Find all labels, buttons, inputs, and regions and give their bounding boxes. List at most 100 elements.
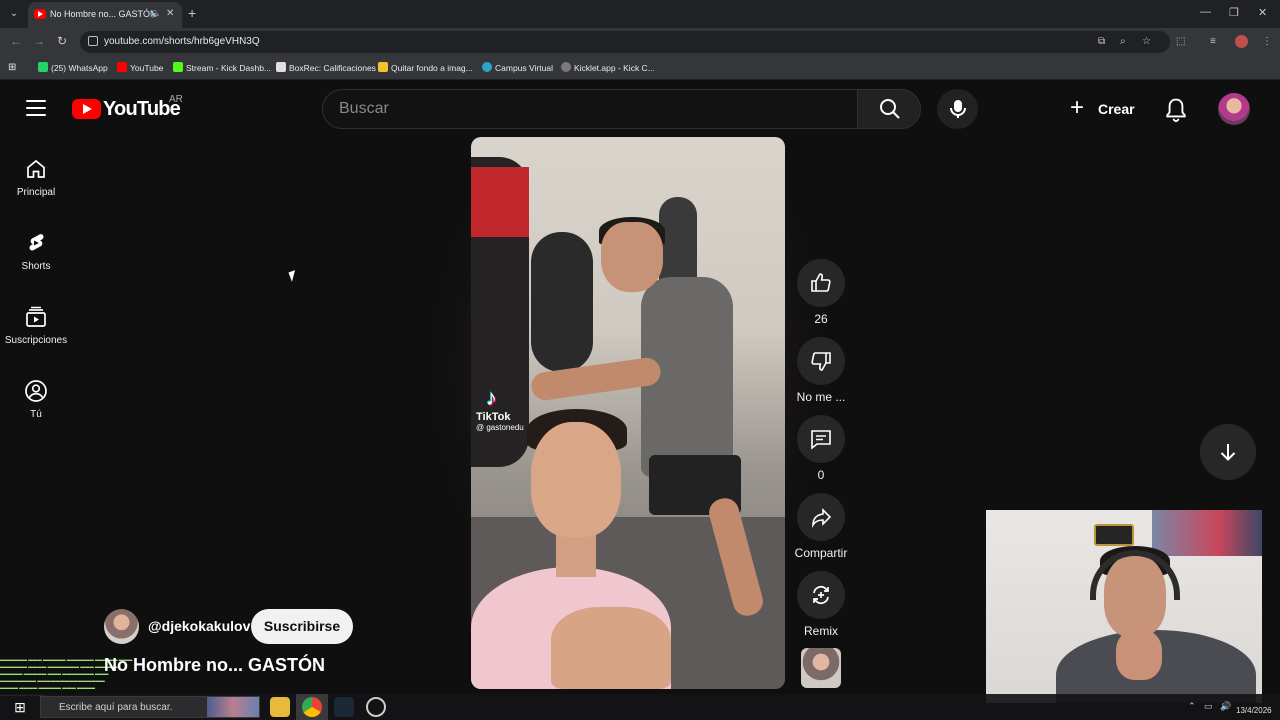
remix-icon — [813, 586, 829, 604]
speaker-icon[interactable]: 🔈 — [150, 8, 161, 19]
back-icon[interactable]: ← — [10, 34, 22, 48]
search-icon — [880, 99, 900, 119]
tab-search-icon[interactable]: ⌄ — [6, 6, 22, 22]
channel-name[interactable]: @djekokakulov — [148, 618, 250, 634]
sidebar-label: Principal — [16, 187, 56, 198]
forward-icon[interactable]: → — [33, 34, 45, 48]
kick-icon — [173, 62, 183, 72]
steam-icon[interactable] — [334, 697, 354, 717]
apps-grid-icon[interactable]: ⊞ — [8, 62, 16, 74]
create-label: Crear — [1098, 101, 1135, 117]
volume-icon[interactable]: 🔊 — [1220, 701, 1231, 712]
thumbs-down-icon — [811, 352, 831, 371]
address-toolbar: ← → ↻ youtube.com/shorts/hrb6geVHN3Q ⧉ ⌕… — [0, 28, 1280, 56]
youtube-favicon-icon — [34, 9, 46, 19]
browser-menu-icon[interactable]: ⋮ — [1262, 36, 1272, 47]
hamburger-menu-icon[interactable] — [26, 100, 46, 116]
video-boxer-head — [601, 222, 663, 292]
restore-icon[interactable]: ❐ — [1229, 6, 1239, 19]
youtube-icon — [117, 62, 127, 72]
bookmark-star-icon[interactable]: ☆ — [1142, 36, 1151, 47]
next-short-button[interactable] — [1200, 424, 1256, 480]
install-app-icon[interactable]: ⧉ — [1098, 36, 1105, 47]
tray-chevron-icon[interactable]: ⌃ — [1188, 701, 1196, 712]
start-icon[interactable]: ⊞ — [10, 697, 30, 717]
mouse-cursor — [288, 270, 299, 282]
account-avatar[interactable] — [1218, 93, 1250, 125]
sidebar-label: Suscripciones — [4, 335, 68, 346]
bookmark-campus-virtual[interactable]: Campus Virtual — [482, 62, 553, 74]
plus-icon: + — [1070, 94, 1085, 121]
file-explorer-icon[interactable] — [270, 697, 290, 717]
bookmark-kick-dashboard[interactable]: Stream - Kick Dashb... — [173, 62, 271, 74]
sidebar-item-shorts[interactable]: Shorts — [0, 231, 72, 301]
dislike-button[interactable] — [797, 337, 845, 385]
search-input[interactable] — [339, 98, 839, 120]
taskbar-date[interactable]: 13/4/2026 — [1236, 706, 1272, 716]
webcam-poster — [1152, 510, 1262, 556]
country-code: AR — [169, 94, 183, 105]
short-title: No Hombre no... GASTÓN — [104, 655, 326, 675]
shorts-icon — [29, 234, 44, 251]
sidebar-item-suscripciones[interactable]: Suscripciones — [0, 305, 72, 375]
bookmark-youtube[interactable]: YouTube — [117, 62, 163, 74]
channel-avatar[interactable] — [104, 609, 139, 644]
obs-icon[interactable] — [366, 697, 386, 717]
share-button[interactable] — [797, 493, 845, 541]
bookmark-kicklet[interactable]: Kicklet.app - Kick C... — [561, 62, 655, 74]
sidebar-item-principal[interactable]: Principal — [0, 157, 72, 227]
reload-icon[interactable]: ↻ — [57, 34, 67, 48]
chrome-icon[interactable] — [302, 697, 322, 717]
bookmark-removebg[interactable]: Quitar fondo a imag... — [378, 62, 473, 74]
site-info-icon[interactable] — [88, 36, 98, 46]
tiktok-brand: TikTok — [476, 411, 511, 423]
taskbar-search-placeholder: Escribe aquí para buscar. — [59, 702, 173, 713]
create-button[interactable]: + Crear — [1062, 91, 1142, 127]
sound-thumbnail[interactable] — [801, 648, 841, 688]
tiktok-handle: @ gastonedu — [476, 423, 524, 432]
thumbs-up-icon — [811, 273, 831, 292]
kicklet-icon — [561, 62, 571, 72]
omnibox[interactable]: youtube.com/shorts/hrb6geVHN3Q ⧉ ⌕ ☆ — [80, 31, 1170, 53]
webcam-belt — [1094, 524, 1134, 546]
comment-count: 0 — [817, 468, 825, 482]
dislike-label: No me ... — [796, 390, 846, 404]
browser-tabbar: ⌄ No Hombre no... GASTÓN 🔈 ✕ + — ❐ ✕ — [0, 0, 1280, 28]
video-bag-stripe — [471, 167, 529, 237]
comments-button[interactable] — [797, 415, 845, 463]
voice-search-button[interactable] — [937, 89, 978, 129]
like-button[interactable] — [797, 259, 845, 307]
browser-tab[interactable]: No Hombre no... GASTÓN 🔈 ✕ — [28, 2, 182, 28]
subscribe-button[interactable]: Suscribirse — [251, 609, 353, 644]
browser-profile-avatar[interactable] — [1235, 35, 1248, 48]
like-count: 26 — [814, 312, 828, 326]
taskbar-search[interactable]: Escribe aquí para buscar. — [40, 696, 260, 718]
youtube-play-icon — [72, 99, 101, 119]
network-icon[interactable]: ▭ — [1204, 701, 1213, 712]
remix-button[interactable] — [797, 571, 845, 619]
media-control-icon[interactable]: ≡ — [1210, 36, 1216, 47]
bookmark-boxrec[interactable]: BoxRec: Calificaciones — [276, 62, 376, 74]
tab-title: No Hombre no... GASTÓN — [50, 9, 157, 19]
chat-line: ▬▬▬▬▬▬▬▬ ▬▬▬▬▬▬▬▬▬▬▬▬▬▬▬ — [0, 678, 105, 683]
sidebar-label: Shorts — [21, 261, 51, 272]
search-box — [322, 89, 858, 129]
close-tab-icon[interactable]: ✕ — [166, 8, 174, 19]
extensions-icon[interactable]: ⬚ — [1176, 36, 1185, 47]
zoom-icon[interactable]: ⌕ — [1120, 36, 1126, 47]
bookmark-whatsapp[interactable]: (25) WhatsApp — [38, 62, 108, 74]
sidebar-item-tu[interactable]: Tú — [0, 379, 72, 449]
new-tab-button[interactable]: + — [188, 5, 196, 21]
search-button[interactable] — [857, 89, 921, 129]
notifications-bell-icon[interactable] — [1162, 96, 1190, 124]
campus-icon — [482, 62, 492, 72]
tiktok-watermark: ♪ TikTok @ gastonedu — [476, 385, 524, 432]
microphone-icon — [950, 100, 966, 118]
minimize-icon[interactable]: — — [1200, 6, 1211, 18]
bookmarks-bar: ⊞ (25) WhatsApp YouTube Stream - Kick Da… — [0, 56, 1280, 80]
tiktok-logo-icon: ♪ — [486, 385, 497, 410]
short-video-player[interactable]: ♪ TikTok @ gastonedu — [471, 137, 785, 689]
close-window-icon[interactable]: ✕ — [1258, 6, 1267, 19]
webcam-hand — [1116, 630, 1162, 680]
video-speed-bag — [531, 232, 593, 372]
